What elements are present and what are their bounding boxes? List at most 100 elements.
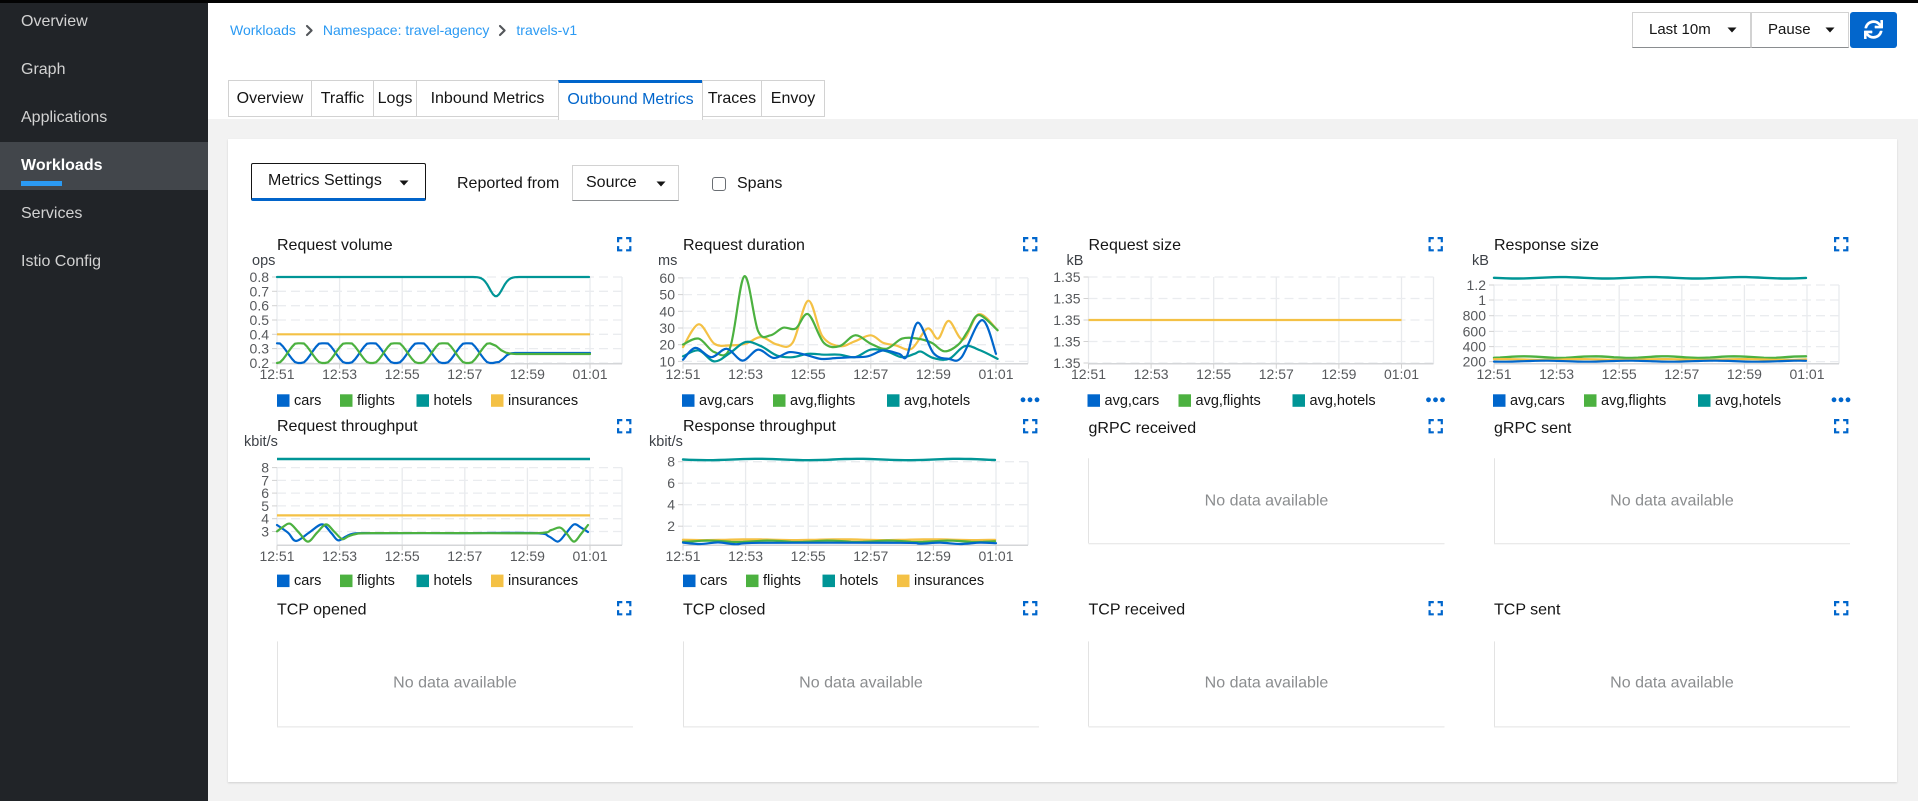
svg-text:12:59: 12:59 [916,366,951,382]
svg-text:flights: flights [357,393,395,409]
svg-text:12:59: 12:59 [1321,366,1356,382]
svg-text:1.35: 1.35 [1053,312,1080,328]
svg-text:1.35: 1.35 [1053,334,1080,350]
svg-text:800: 800 [1463,308,1487,324]
svg-text:12:57: 12:57 [853,548,888,564]
svg-text:No data available: No data available [799,675,923,692]
svg-text:hotels: hotels [434,573,473,589]
svg-text:01:01: 01:01 [978,366,1013,382]
svg-text:12:55: 12:55 [385,548,420,564]
svg-text:cars: cars [294,573,321,589]
svg-text:50: 50 [659,287,675,303]
svg-text:01:01: 01:01 [1789,366,1824,382]
svg-text:ms: ms [658,253,677,269]
svg-text:No data available: No data available [393,675,517,692]
svg-text:avg,cars: avg,cars [1105,393,1160,409]
svg-text:01:01: 01:01 [572,548,607,564]
svg-text:TCP sent: TCP sent [1494,602,1561,619]
svg-text:No data available: No data available [1205,493,1329,510]
svg-text:12:59: 12:59 [916,548,951,564]
svg-text:12:51: 12:51 [1476,366,1511,382]
svg-text:12:57: 12:57 [447,366,482,382]
svg-text:12:53: 12:53 [322,366,357,382]
svg-text:12:53: 12:53 [322,548,357,564]
svg-text:cars: cars [700,573,727,589]
svg-text:avg,hotels: avg,hotels [904,393,970,409]
svg-text:12:53: 12:53 [1539,366,1574,382]
svg-text:ops: ops [252,253,275,269]
svg-text:hotels: hotels [840,573,879,589]
svg-text:40: 40 [659,303,675,319]
svg-text:avg,hotels: avg,hotels [1715,393,1781,409]
svg-text:20: 20 [659,337,675,353]
svg-text:insurances: insurances [508,573,578,589]
svg-text:12:57: 12:57 [853,366,888,382]
svg-text:insurances: insurances [508,393,578,409]
svg-text:12:59: 12:59 [1727,366,1762,382]
svg-text:flights: flights [357,573,395,589]
svg-text:12:53: 12:53 [728,366,763,382]
svg-text:cars: cars [294,393,321,409]
svg-text:No data available: No data available [1205,675,1329,692]
svg-text:Response throughput: Response throughput [683,418,837,435]
svg-text:1.2: 1.2 [1467,277,1487,293]
svg-text:TCP opened: TCP opened [277,602,367,619]
svg-text:avg,flights: avg,flights [1601,393,1666,409]
svg-text:6: 6 [667,475,675,491]
svg-text:12:55: 12:55 [1602,366,1637,382]
svg-text:TCP received: TCP received [1089,602,1186,619]
svg-text:12:53: 12:53 [1134,366,1169,382]
svg-text:kbit/s: kbit/s [649,434,683,450]
svg-text:01:01: 01:01 [1384,366,1419,382]
svg-text:hotels: hotels [434,393,473,409]
svg-text:2: 2 [667,518,675,534]
svg-text:Response size: Response size [1494,237,1599,254]
svg-text:12:51: 12:51 [259,548,294,564]
svg-text:12:57: 12:57 [1259,366,1294,382]
svg-text:12:55: 12:55 [791,548,826,564]
svg-text:No data available: No data available [1610,493,1734,510]
svg-text:1: 1 [1478,292,1486,308]
svg-text:01:01: 01:01 [572,366,607,382]
svg-text:avg,flights: avg,flights [1196,393,1261,409]
svg-text:kbit/s: kbit/s [244,434,278,450]
svg-text:Request throughput: Request throughput [277,418,418,435]
svg-text:12:55: 12:55 [1196,366,1231,382]
svg-text:12:59: 12:59 [510,548,545,564]
svg-text:12:51: 12:51 [1071,366,1106,382]
svg-text:01:01: 01:01 [978,548,1013,564]
svg-text:Request duration: Request duration [683,237,805,254]
svg-text:12:51: 12:51 [665,548,700,564]
svg-text:No data available: No data available [1610,675,1734,692]
svg-text:12:59: 12:59 [510,366,545,382]
svg-text:12:51: 12:51 [665,366,700,382]
svg-text:3: 3 [261,524,269,540]
svg-text:kB: kB [1067,253,1084,269]
svg-text:avg,flights: avg,flights [790,393,855,409]
svg-text:Request volume: Request volume [277,237,393,254]
svg-text:12:55: 12:55 [791,366,826,382]
svg-text:8: 8 [667,454,675,470]
svg-text:12:57: 12:57 [447,548,482,564]
svg-text:flights: flights [763,573,801,589]
svg-text:TCP closed: TCP closed [683,602,765,619]
svg-text:400: 400 [1463,339,1487,355]
svg-text:600: 600 [1463,323,1487,339]
svg-text:4: 4 [667,497,675,513]
svg-text:60: 60 [659,270,675,286]
svg-text:12:57: 12:57 [1664,366,1699,382]
svg-text:12:55: 12:55 [385,366,420,382]
svg-text:avg,cars: avg,cars [699,393,754,409]
svg-text:12:51: 12:51 [259,366,294,382]
svg-text:insurances: insurances [914,573,984,589]
svg-text:Request size: Request size [1089,237,1182,254]
svg-text:12:53: 12:53 [728,548,763,564]
svg-text:1.35: 1.35 [1053,291,1080,307]
svg-text:30: 30 [659,320,675,336]
svg-text:gRPC sent: gRPC sent [1494,420,1572,437]
svg-text:kB: kB [1472,253,1489,269]
svg-text:gRPC received: gRPC received [1089,420,1197,437]
svg-text:1.35: 1.35 [1053,269,1080,285]
svg-text:avg,hotels: avg,hotels [1310,393,1376,409]
svg-text:avg,cars: avg,cars [1510,393,1565,409]
